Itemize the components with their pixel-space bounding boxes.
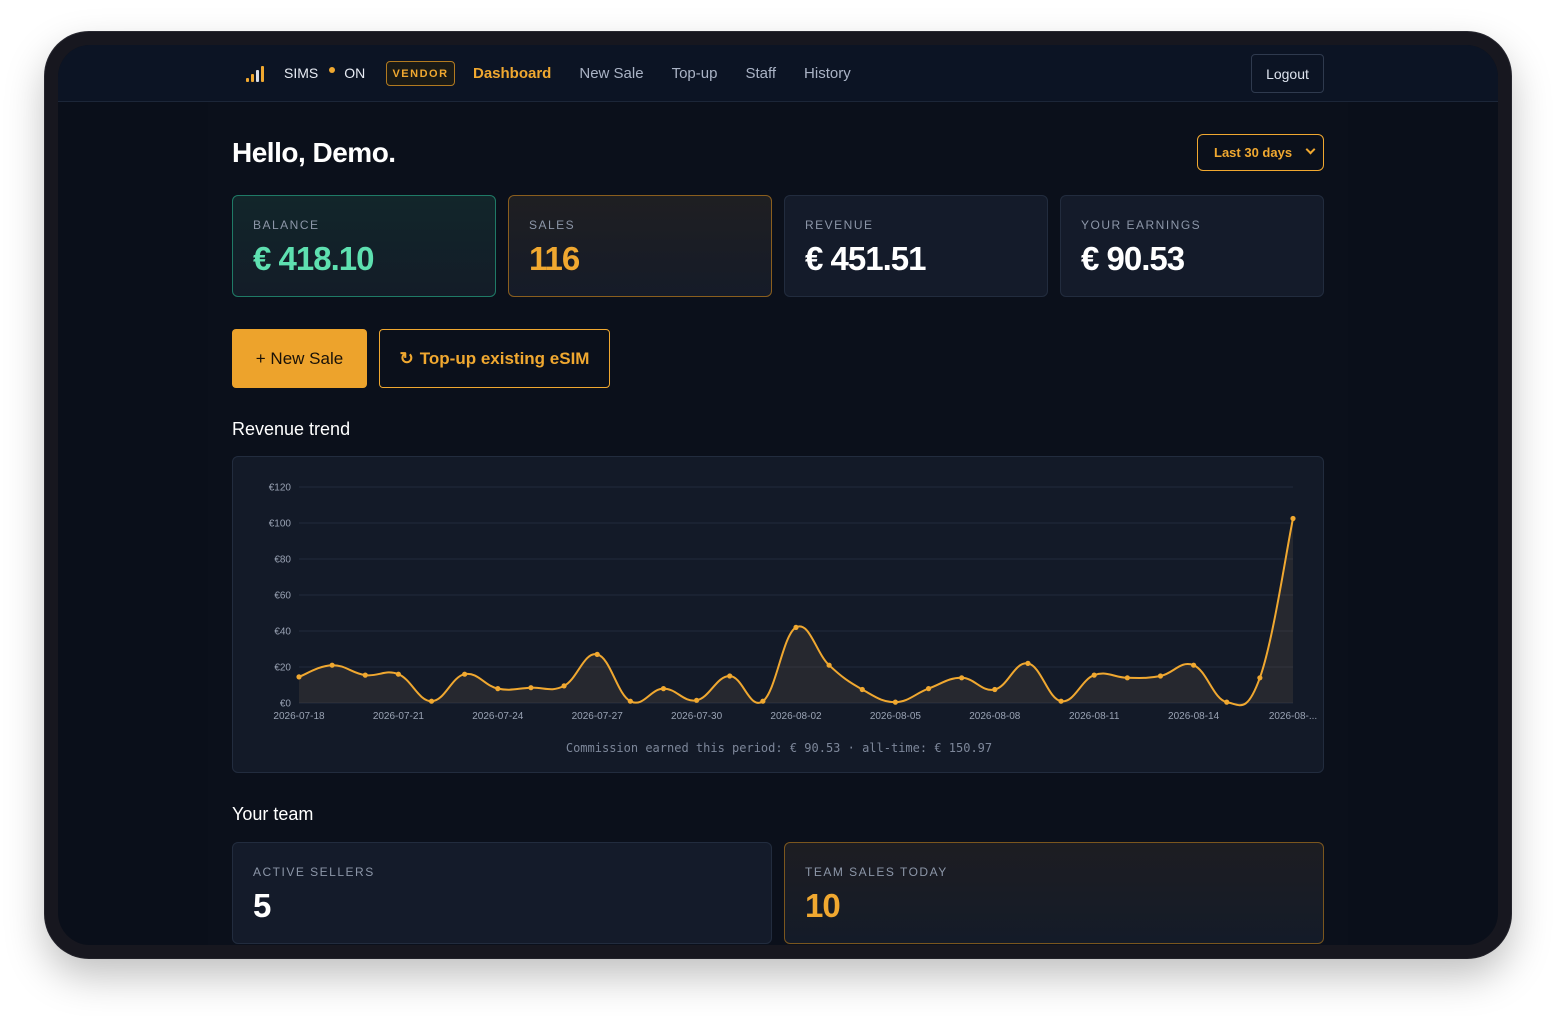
nav-new-sale[interactable]: New Sale [579,65,643,82]
x-tick-label: 2026-08-14 [1168,711,1220,722]
y-tick-label: €0 [280,699,292,710]
x-tick-label: 2026-08-05 [870,711,922,722]
data-point [1058,698,1064,704]
brand-status: ON [344,65,366,81]
vendor-badge: VENDOR [386,61,455,86]
data-point [1025,660,1031,666]
data-point [826,662,832,668]
team-sales-today-value: 10 [805,887,841,924]
data-point [329,662,335,668]
device-frame: SIMS ON VENDOR Dashboard New Sale Top-up… [45,32,1511,958]
revenue-trend-title: Revenue trend [232,419,351,439]
earnings-card: YOUR EARNINGS € 90.53 [1060,195,1324,297]
y-tick-label: €40 [274,627,291,638]
logout-button[interactable]: Logout [1251,54,1324,93]
nav-staff[interactable]: Staff [745,65,776,82]
sales-value: 116 [529,240,580,277]
topup-esim-button[interactable]: ↻ Top-up existing eSIM [379,329,610,388]
refresh-icon: ↻ [399,348,414,368]
top-navbar: SIMS ON VENDOR Dashboard New Sale Top-up… [58,45,1498,102]
commission-text: Commission earned this period: € 90.53 ·… [565,741,993,755]
y-tick-label: €20 [274,663,291,674]
data-point [296,674,302,680]
y-tick-label: €120 [269,483,292,494]
data-point [428,698,435,704]
page-title: Hello, Demo. [232,137,396,168]
data-point [1124,675,1130,681]
x-tick-label: 2026-07-18 [273,711,325,722]
balance-value: € 418.10 [253,240,374,277]
topup-esim-label: Top-up existing eSIM [419,348,590,368]
x-tick-label: 2026-07-21 [373,711,425,722]
data-point [362,672,368,678]
date-range-value: Last 30 days [1214,145,1293,160]
status-dot-icon [329,67,336,73]
data-point [627,698,633,704]
balance-label: BALANCE [253,218,320,232]
earnings-label: YOUR EARNINGS [1081,218,1202,232]
data-point [1290,515,1296,522]
data-point [1091,672,1097,678]
balance-card: BALANCE € 418.10 [232,195,496,297]
brand[interactable]: SIMS ON [284,65,365,81]
x-tick-label: 2026-08-11 [1069,711,1120,722]
x-tick-label: 2026-08-... [1269,711,1317,722]
data-point [1224,699,1230,705]
x-tick-label: 2026-08-02 [770,711,822,722]
data-point [462,671,468,677]
x-tick-label: 2026-07-30 [671,711,723,722]
data-point [495,686,501,692]
active-sellers-label: ACTIVE SELLERS [253,865,375,879]
team-sales-today-card: TEAM SALES TODAY 10 [784,842,1324,944]
revenue-chart-svg: €0 €20 €40 €60 €80 €100 €120 2026-07-18 2026-07-… [269,483,1317,723]
data-point [660,686,667,692]
data-point [395,671,401,677]
data-point [760,698,766,704]
active-sellers-card: ACTIVE SELLERS 5 [232,842,772,944]
data-point [793,624,799,630]
data-point [892,699,899,705]
revenue-value: € 451.51 [805,240,926,277]
x-tick-label: 2026-08-08 [969,711,1021,722]
data-point [528,685,534,691]
data-point [594,651,600,657]
data-point [925,686,932,692]
chevron-down-icon [1305,144,1316,155]
y-tick-label: €100 [269,519,292,530]
nav-dashboard[interactable]: Dashboard [473,65,551,82]
date-range-select[interactable]: Last 30 days [1197,134,1324,171]
revenue-chart: €0 €20 €40 €60 €80 €100 €120 2026-07-18 2026-07-… [232,456,1324,773]
revenue-label: REVENUE [805,218,874,232]
data-point [859,686,865,693]
x-tick-label: 2026-07-27 [572,711,624,722]
y-tick-label: €60 [274,591,291,602]
new-sale-button[interactable]: + New Sale [232,329,367,388]
app-screen: SIMS ON VENDOR Dashboard New Sale Top-up… [58,45,1498,945]
data-point [1157,673,1164,679]
data-point [1191,662,1197,668]
team-section-title: Your team [232,804,314,824]
earnings-value: € 90.53 [1081,240,1185,277]
brand-name: SIMS [284,65,319,81]
nav-history[interactable]: History [804,65,851,82]
nav-top-up[interactable]: Top-up [672,65,718,82]
sales-card: SALES 116 [508,195,772,297]
sales-label: SALES [529,218,576,232]
data-point [727,673,733,679]
data-point [561,683,567,689]
x-tick-label: 2026-07-24 [472,711,524,722]
revenue-card: REVENUE € 451.51 [784,195,1048,297]
active-sellers-value: 5 [253,887,271,924]
data-point [694,697,700,703]
team-sales-today-label: TEAM SALES TODAY [805,865,948,879]
data-point [992,686,998,693]
data-point [959,675,965,681]
signal-bars-icon [246,66,264,82]
data-point [1257,675,1263,681]
y-tick-label: €80 [274,555,291,566]
main-nav: Dashboard New Sale Top-up Staff History [473,65,851,82]
